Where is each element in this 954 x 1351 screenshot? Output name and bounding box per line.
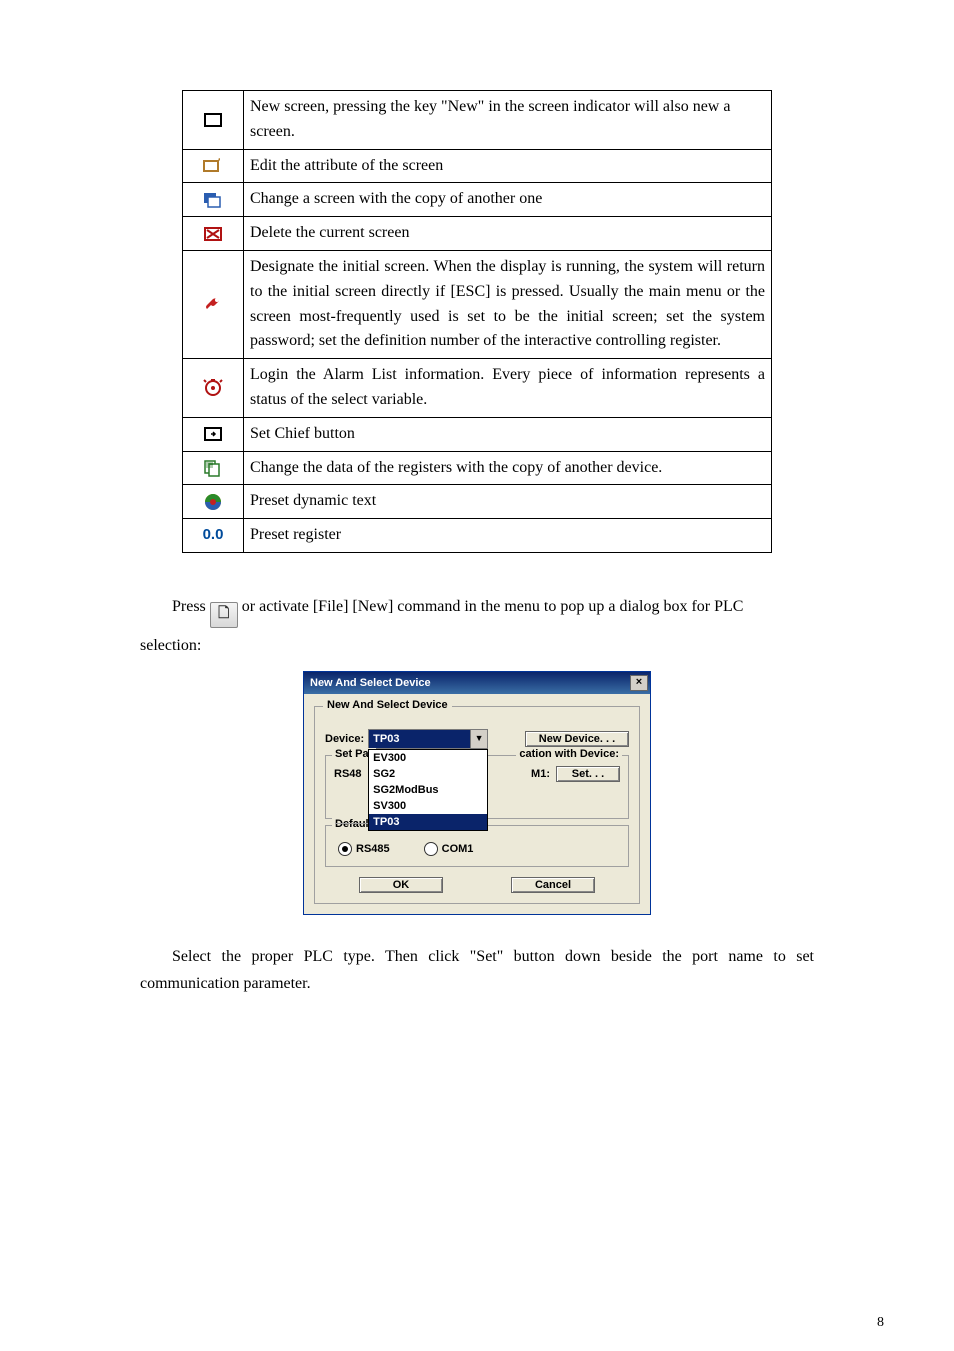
rs485-port-label: RS48 — [334, 768, 362, 780]
device-label: Device: — [325, 733, 364, 745]
desc-cell: Designate the initial screen. When the d… — [244, 250, 772, 358]
group-default-option: Default option RS485 COM1 — [325, 825, 629, 867]
new-device-button[interactable]: New Device. . . — [525, 731, 629, 747]
table-row: Edit the attribute of the screen — [183, 149, 772, 183]
table-row: Preset dynamic text — [183, 485, 772, 519]
device-combo-dropdown: EV300 SG2 SG2ModBus SV300 TP03 — [368, 749, 488, 831]
desc-cell: New screen, pressing the key "New" in th… — [244, 91, 772, 150]
combo-option-selected[interactable]: TP03 — [369, 814, 487, 830]
device-combo[interactable]: TP03 ▼ EV300 SG2 SG2ModBus SV300 TP03 — [368, 729, 488, 749]
desc-cell: Set Chief button — [244, 417, 772, 451]
preset-register-icon: 0.0 — [203, 526, 224, 543]
copy-screen-icon — [201, 190, 225, 210]
dialog-titlebar: New And Select Device × — [304, 672, 650, 694]
copy-device-data-icon — [201, 458, 225, 478]
desc-cell: Change a screen with the copy of another… — [244, 183, 772, 217]
close-icon[interactable]: × — [630, 675, 648, 691]
alarm-list-icon — [201, 378, 225, 398]
table-row: 0.0 Preset register — [183, 519, 772, 553]
chief-button-icon — [201, 424, 225, 444]
dialog-title: New And Select Device — [310, 677, 431, 689]
combo-option[interactable]: SG2 — [369, 766, 487, 782]
setpar-label-right: cation with Device: — [516, 748, 622, 760]
group-new-select-device: New And Select Device Device: TP03 ▼ EV3… — [314, 706, 640, 904]
desc-cell: Edit the attribute of the screen — [244, 149, 772, 183]
desc-cell: Delete the current screen — [244, 217, 772, 251]
new-file-toolbar-icon — [210, 602, 238, 628]
table-row: Designate the initial screen. When the d… — [183, 250, 772, 358]
table-row: Delete the current screen — [183, 217, 772, 251]
instruction-paragraph-1b: selection: — [140, 632, 814, 659]
delete-screen-icon — [201, 224, 225, 244]
device-combo-value: TP03 — [369, 730, 470, 748]
table-row: New screen, pressing the key "New" in th… — [183, 91, 772, 150]
desc-cell: Login the Alarm List information. Every … — [244, 359, 772, 418]
table-row: Change a screen with the copy of another… — [183, 183, 772, 217]
new-screen-icon — [201, 110, 225, 130]
table-row: Set Chief button — [183, 417, 772, 451]
table-row: Change the data of the registers with th… — [183, 451, 772, 485]
set-button[interactable]: Set. . . — [556, 766, 620, 782]
instruction-paragraph-2: Select the proper PLC type. Then click "… — [140, 943, 814, 997]
new-select-device-dialog: New And Select Device × New And Select D… — [303, 671, 651, 915]
edit-attribute-icon — [201, 156, 225, 176]
combo-option[interactable]: EV300 — [369, 750, 487, 766]
toolbar-description-table: New screen, pressing the key "New" in th… — [182, 90, 772, 553]
settings-wrench-icon — [201, 295, 225, 315]
combo-option[interactable]: SG2ModBus — [369, 782, 487, 798]
group-label: New And Select Device — [323, 699, 452, 711]
table-row: Login the Alarm List information. Every … — [183, 359, 772, 418]
instruction-paragraph-1: Press or activate [File] [New] command i… — [140, 593, 814, 628]
chevron-down-icon[interactable]: ▼ — [470, 730, 487, 748]
preset-dynamic-text-icon — [201, 492, 225, 512]
combo-option[interactable]: SV300 — [369, 798, 487, 814]
cancel-button[interactable]: Cancel — [511, 877, 595, 893]
ok-button[interactable]: OK — [359, 877, 443, 893]
desc-cell: Preset dynamic text — [244, 485, 772, 519]
m1-port-label: M1: — [531, 768, 550, 780]
radio-com1[interactable]: COM1 — [424, 842, 474, 856]
radio-rs485[interactable]: RS485 — [338, 842, 390, 856]
desc-cell: Preset register — [244, 519, 772, 553]
desc-cell: Change the data of the registers with th… — [244, 451, 772, 485]
page-number: 8 — [877, 1315, 884, 1331]
